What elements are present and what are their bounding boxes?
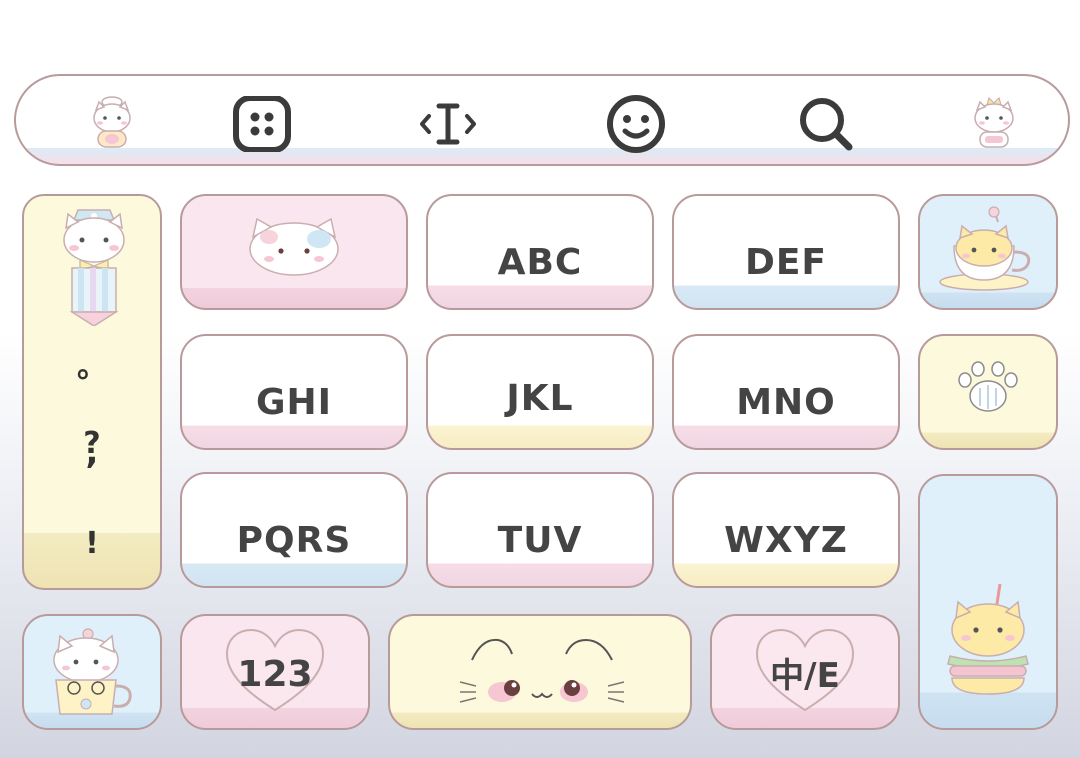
exclamation-key-label: ! bbox=[85, 526, 99, 561]
key-jkl[interactable]: JKL bbox=[426, 334, 654, 450]
paw-key[interactable] bbox=[918, 334, 1058, 450]
key-wxyz[interactable]: WXYZ bbox=[672, 472, 900, 588]
text-cursor-icon[interactable] bbox=[416, 96, 480, 152]
cat-crown-icon[interactable] bbox=[962, 96, 1026, 152]
key-mno[interactable]: MNO bbox=[672, 334, 900, 450]
language-switch-key[interactable]: 中/E bbox=[710, 614, 900, 730]
question-key-label: ? bbox=[83, 426, 101, 461]
cat-mug-icon bbox=[53, 628, 132, 715]
cat-teacup-key[interactable] bbox=[918, 194, 1058, 310]
punctuation-key[interactable]: , 。 ? ! bbox=[22, 194, 162, 590]
key-tuv-label: TUV bbox=[497, 519, 583, 561]
language-switch-label: 中/E bbox=[770, 655, 840, 696]
key-def[interactable]: DEF bbox=[672, 194, 900, 310]
paw-icon bbox=[958, 361, 1018, 412]
key-ghi-label: GHI bbox=[255, 381, 333, 423]
cat-face-space-icon bbox=[459, 638, 625, 703]
cat-burger-icon bbox=[947, 583, 1029, 695]
key-pqrs-label: PQRS bbox=[236, 519, 352, 561]
cat-teacup-icon bbox=[939, 206, 1031, 291]
search-icon[interactable] bbox=[794, 96, 858, 152]
apps-grid-icon[interactable] bbox=[230, 96, 294, 152]
key-wxyz-label: WXYZ bbox=[724, 519, 848, 561]
space-key[interactable] bbox=[388, 614, 692, 730]
key-jkl-label: JKL bbox=[506, 377, 574, 419]
cat-chef-icon[interactable] bbox=[80, 96, 144, 152]
keyboard-toolbar bbox=[14, 74, 1070, 166]
emoji-icon[interactable] bbox=[604, 95, 668, 153]
key-pqrs[interactable]: PQRS bbox=[180, 472, 408, 588]
numbers-key-label: 123 bbox=[237, 653, 313, 695]
cat-pencil-icon bbox=[63, 209, 125, 326]
cat-mug-key[interactable] bbox=[22, 614, 162, 730]
key-ghi[interactable]: GHI bbox=[180, 334, 408, 450]
cat-face-key[interactable] bbox=[180, 194, 408, 310]
numbers-key[interactable]: 123 bbox=[180, 614, 370, 730]
period-key-label: 。 bbox=[77, 350, 107, 385]
enter-key[interactable] bbox=[918, 474, 1058, 730]
cat-face-icon bbox=[249, 217, 339, 276]
key-tuv[interactable]: TUV bbox=[426, 472, 654, 588]
key-def-label: DEF bbox=[744, 241, 828, 283]
key-mno-label: MNO bbox=[736, 381, 836, 423]
key-abc-label: ABC bbox=[497, 241, 583, 283]
key-abc[interactable]: ABC bbox=[426, 194, 654, 310]
